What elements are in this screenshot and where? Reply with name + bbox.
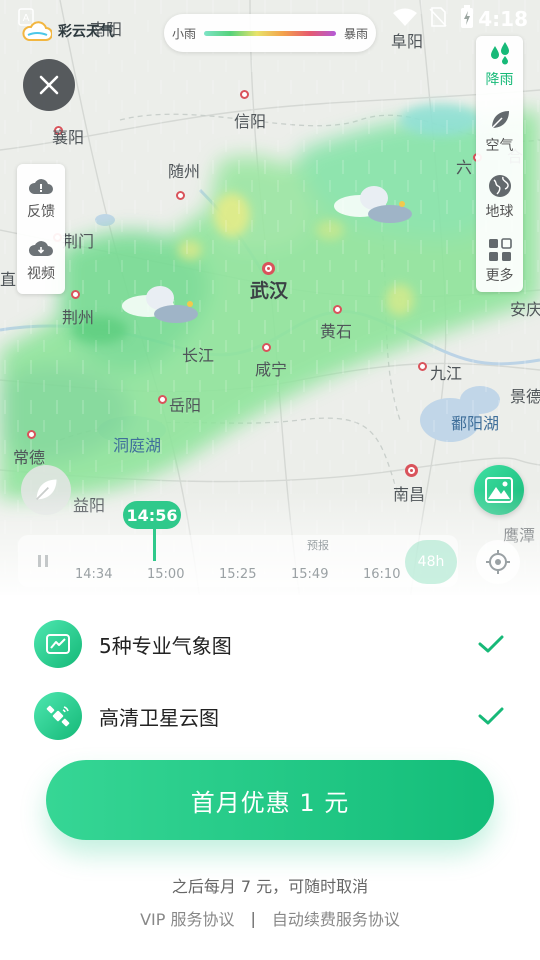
legend-low-label: 小雨 [172, 26, 197, 41]
timeline-tick: 15:00 [147, 567, 185, 582]
more-label: 更多 [485, 268, 514, 284]
subscribe-button[interactable]: 首月优惠 1 元 [46, 760, 494, 840]
layer-air-button[interactable]: 空气 [476, 108, 523, 155]
city-dot [71, 290, 80, 299]
video-cloud-icon [28, 241, 53, 256]
locate-button[interactable] [476, 540, 520, 584]
globe-icon [488, 175, 511, 197]
left-tool-panel: 反馈 视频 [17, 164, 65, 294]
city-label: 荆州 [62, 308, 95, 327]
satellite-icon [34, 692, 82, 740]
grid-more-icon [488, 238, 512, 261]
city-label: 黄石 [320, 322, 353, 341]
timeline-tick: 16:10 [363, 567, 401, 582]
rain-legend: 小雨 暴雨 [164, 14, 376, 52]
timeline-tick: 14:34 [75, 567, 113, 582]
check-icon [476, 701, 506, 731]
layer-air-label: 空气 [485, 138, 514, 154]
feature-label: 5种专业气象图 [99, 633, 232, 658]
video-label: 视频 [27, 266, 55, 282]
timeline-tick: 15:49 [291, 567, 329, 582]
feedback-cloud-icon [28, 179, 53, 194]
city-dot [418, 362, 427, 371]
layer-rain-button[interactable]: 降雨 [476, 42, 523, 89]
city-label: 直 [0, 270, 17, 289]
city-dot [158, 395, 167, 404]
feature-item-charts: 5种专业气象图 [34, 619, 506, 669]
city-label: 岳阳 [169, 396, 202, 415]
lake-label: 洞庭湖 [113, 436, 162, 455]
timeline-scrubber[interactable] [153, 529, 156, 561]
city-label: 安庆 [510, 300, 540, 319]
city-label: 荆门 [62, 232, 95, 251]
city-label-capital: 武汉 [250, 280, 289, 302]
layer-rain-label: 降雨 [485, 72, 514, 88]
price-note: 之后每月 7 元，可随时取消 [171, 877, 369, 896]
city-label: 襄阳 [52, 128, 85, 147]
legend-high-label: 暴雨 [343, 26, 368, 41]
current-time-bubble[interactable]: 14:56 [123, 501, 181, 529]
radar-map[interactable]: 南阳 阜阳 襄阳 信阳 六 合 随州 荆门 直 荆州 武汉 黄石 长江 咸宁 九… [0, 0, 540, 600]
feature-item-satellite: 高清卫星云图 [34, 691, 506, 741]
city-dot [262, 343, 271, 352]
layer-globe-label: 地球 [485, 204, 514, 220]
capital-dot [405, 464, 418, 477]
link-separator: | [250, 908, 256, 928]
logo-cloud-icon [22, 21, 52, 41]
layer-globe-button[interactable]: 地球 [476, 174, 523, 221]
city-label: 长江 [182, 346, 215, 365]
close-icon [39, 75, 59, 95]
more-button[interactable]: 更多 [476, 238, 523, 285]
vip-agreement-link[interactable]: VIP 服务协议 [140, 906, 234, 930]
pause-button[interactable] [33, 551, 53, 571]
auto-renew-agreement-link[interactable]: 自动续费服务协议 [272, 906, 400, 930]
forecast-label: 预报 [307, 539, 329, 552]
rain-drops-icon [490, 42, 509, 65]
agreement-links: VIP 服务协议 | 自动续费服务协议 [0, 906, 540, 930]
city-label: 常德 [13, 448, 46, 467]
no-sim-icon [429, 7, 447, 27]
status-time: 4:18 [478, 7, 528, 31]
legend-gradient-bar [204, 30, 336, 36]
feature-label: 高清卫星云图 [99, 705, 219, 730]
city-label: 九江 [430, 364, 463, 383]
chart-icon [34, 620, 82, 668]
capital-dot [262, 262, 275, 275]
right-layer-panel: 降雨 空气 地球 更多 [476, 36, 523, 292]
city-dot [240, 90, 249, 99]
city-label: 景德 [510, 387, 540, 406]
leaf-icon [490, 111, 509, 129]
lake-label: 鄱阳湖 [451, 414, 500, 433]
video-button[interactable]: 视频 [17, 238, 65, 283]
close-button[interactable] [23, 59, 75, 111]
city-label: 信阳 [234, 112, 267, 131]
locate-icon [486, 550, 510, 574]
range-48h-button[interactable]: 48h [405, 540, 457, 584]
city-dot [27, 430, 36, 439]
city-label: 咸宁 [255, 360, 288, 379]
timeline-tick: 15:25 [219, 567, 257, 582]
battery-charging-icon [461, 5, 473, 28]
feedback-label: 反馈 [27, 204, 55, 220]
logo-text: 彩云天气 [58, 24, 114, 40]
city-dot [176, 191, 185, 200]
feedback-button[interactable]: 反馈 [17, 176, 65, 221]
city-dot [333, 305, 342, 314]
city-label: 六 [456, 158, 473, 177]
wifi-icon [393, 8, 417, 26]
subscription-sheet: 5种专业气象图 高清卫星云图 首月优惠 1 元 之后每月 7 元，可随时取消 V… [0, 595, 540, 960]
city-label: 随州 [168, 162, 201, 181]
check-icon [476, 629, 506, 659]
app-logo: 彩云天气 [22, 20, 114, 42]
